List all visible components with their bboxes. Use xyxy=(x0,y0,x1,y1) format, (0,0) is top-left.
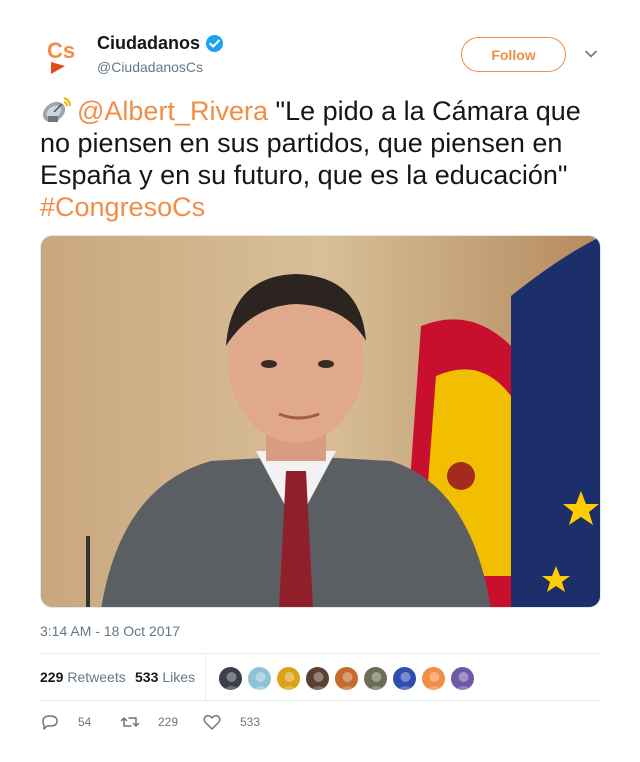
retweets-stat[interactable]: 229 Retweets xyxy=(40,669,126,685)
tweet-text: @Albert_Rivera "Le pido a la Cámara que … xyxy=(40,94,608,223)
satellite-antenna-icon xyxy=(42,97,71,123)
mention-link[interactable]: @Albert_Rivera xyxy=(77,96,268,126)
tweet-header: Cs Ciudadanos @CiudadanosCs Follow xyxy=(40,30,600,80)
likes-label: Likes xyxy=(162,669,196,685)
retweets-count: 229 xyxy=(40,669,64,685)
liker-avatar[interactable] xyxy=(363,666,388,691)
liker-avatar[interactable] xyxy=(247,666,272,691)
tweet-timestamp[interactable]: 3:14 AM - 18 Oct 2017 xyxy=(40,623,180,639)
account-handle[interactable]: @CiudadanosCs xyxy=(97,59,203,75)
liker-avatar[interactable] xyxy=(305,666,330,691)
ciudadanos-logo[interactable]: Cs xyxy=(45,36,87,76)
tweet-photo[interactable] xyxy=(40,235,601,608)
chevron-down-icon[interactable] xyxy=(584,47,598,61)
reply-action[interactable]: 54 xyxy=(40,712,91,732)
liker-avatar[interactable] xyxy=(276,666,301,691)
account-name-line[interactable]: Ciudadanos xyxy=(97,33,224,54)
liker-avatar[interactable] xyxy=(450,666,475,691)
like-action[interactable]: 533 xyxy=(202,712,260,732)
likes-count: 533 xyxy=(135,669,159,685)
liker-avatar[interactable] xyxy=(392,666,417,691)
retweet-count: 229 xyxy=(158,715,179,729)
logo-text: Cs xyxy=(47,38,75,63)
retweet-icon xyxy=(120,717,140,727)
heart-icon xyxy=(203,714,221,730)
reply-count: 54 xyxy=(78,715,92,729)
verified-badge-icon xyxy=(205,34,224,53)
like-count: 533 xyxy=(240,715,261,729)
retweets-label: Retweets xyxy=(67,669,126,685)
account-name[interactable]: Ciudadanos xyxy=(97,33,200,54)
liker-avatar[interactable] xyxy=(421,666,446,691)
stats-divider xyxy=(205,654,206,701)
reply-icon xyxy=(42,715,58,730)
hashtag-link[interactable]: #CongresoCs xyxy=(40,192,205,222)
follow-button[interactable]: Follow xyxy=(461,37,566,72)
tweet-actions: 54 229 533 xyxy=(40,710,600,734)
liker-avatar[interactable] xyxy=(218,666,243,691)
likes-stat[interactable]: 533 Likes xyxy=(135,669,195,685)
engagement-stats: 229 Retweets 533 Likes xyxy=(40,653,600,701)
retweet-action[interactable]: 229 xyxy=(120,712,178,732)
liker-avatar[interactable] xyxy=(334,666,359,691)
